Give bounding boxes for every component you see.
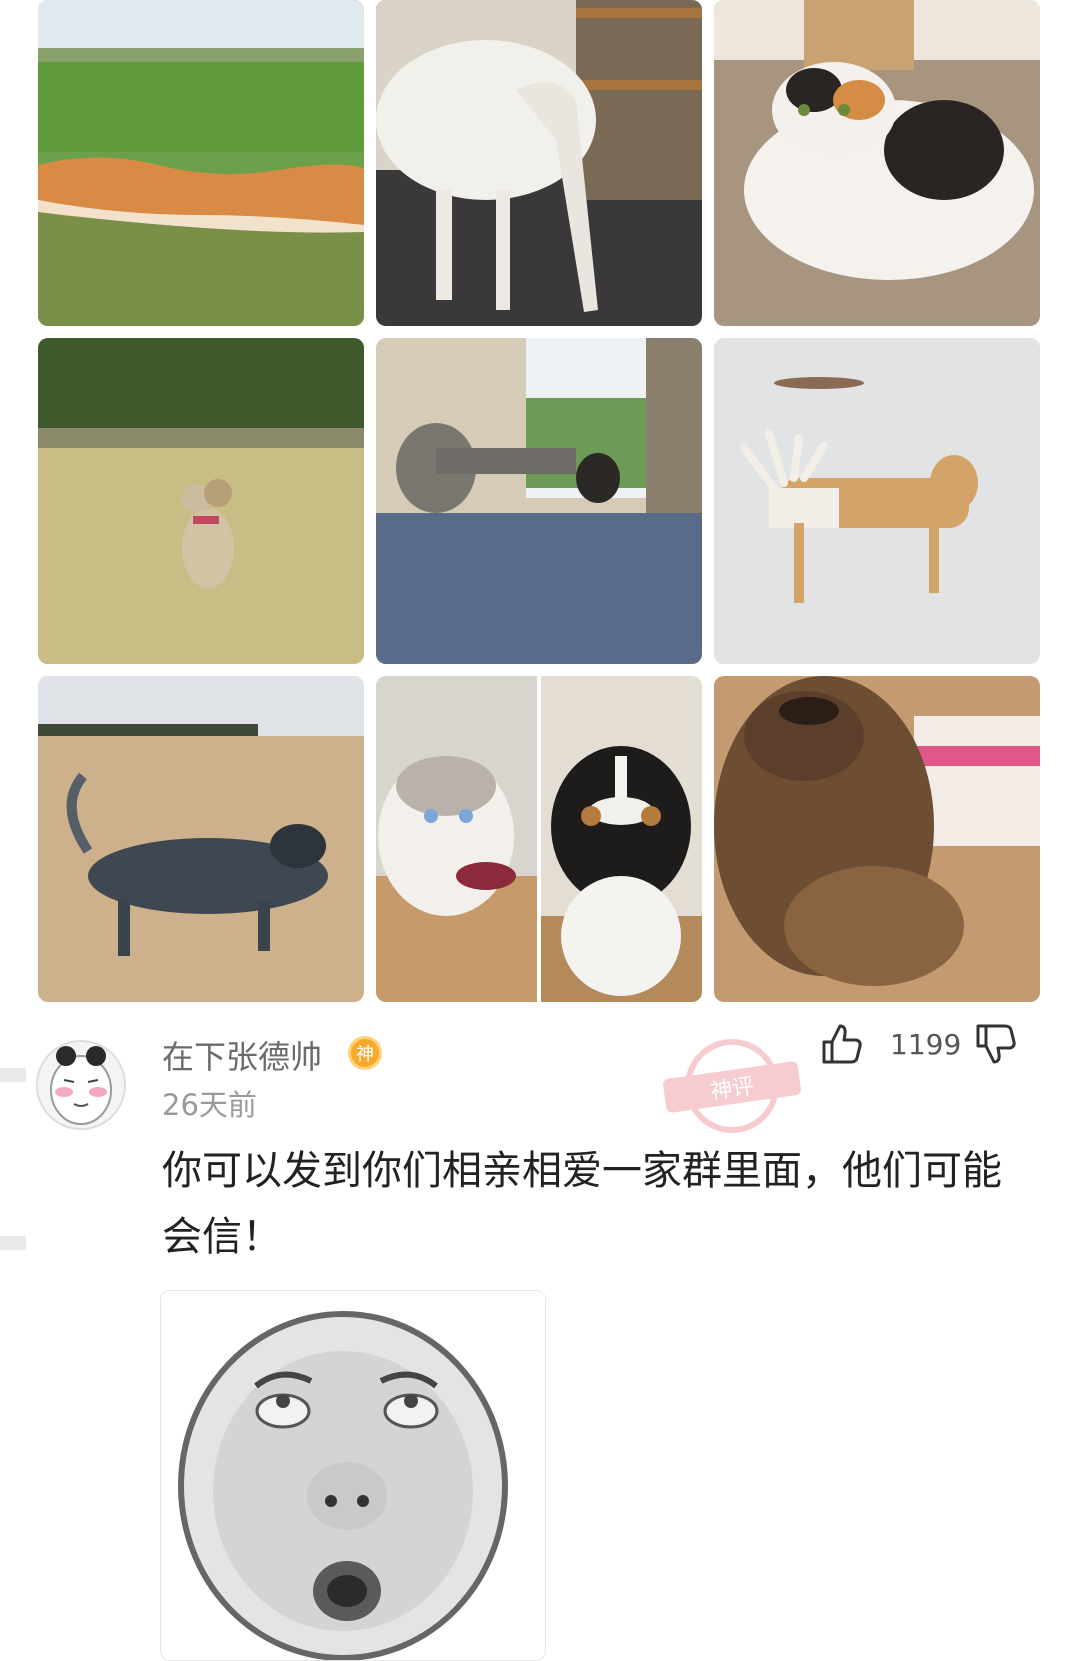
two-headed-dog-photo (38, 338, 364, 664)
split-photo (376, 676, 702, 1002)
thumbs-up-icon[interactable] (818, 1020, 866, 1068)
comment-text: 你可以发到你们相亲相爱一家群里面，他们可能会信！ (162, 1148, 1002, 1260)
edge-marker (0, 1236, 26, 1250)
antler-dog-photo (714, 338, 1040, 664)
calico-cat-photo (714, 0, 1040, 326)
thumbs-down-icon[interactable] (972, 1020, 1020, 1068)
husky-photo (376, 676, 537, 1002)
long-shiba-photo (38, 0, 364, 326)
grid-image-7[interactable] (38, 676, 364, 1002)
round-face-sticker (161, 1291, 545, 1660)
comment-card: 在下张德帅 神 26天前 神评 1199 你可以发到你们相亲相爱一家群里面，他们… (0, 1000, 1080, 1661)
image-grid (38, 0, 1040, 1002)
avatar[interactable] (36, 1040, 126, 1130)
borzoi-photo (376, 0, 702, 326)
grid-image-4[interactable] (38, 338, 364, 664)
edge-marker (0, 1068, 26, 1082)
comment-image[interactable] (160, 1290, 546, 1661)
grid-image-6[interactable] (714, 338, 1040, 664)
username[interactable]: 在下张德帅 (162, 1032, 322, 1078)
grid-image-2[interactable] (376, 0, 702, 326)
upside-down-terrier-photo (714, 676, 1040, 1002)
like-count: 1199 (890, 1028, 962, 1061)
grid-image-8[interactable] (376, 676, 702, 1002)
grid-image-9[interactable] (714, 676, 1040, 1002)
grid-image-5[interactable] (376, 338, 702, 664)
grid-image-1[interactable] (38, 0, 364, 326)
god-badge-icon: 神 (348, 1036, 382, 1070)
long-dog-photo (376, 338, 702, 664)
grid-image-3[interactable] (714, 0, 1040, 326)
timestamp: 26天前 (162, 1088, 257, 1122)
stamp-icon: 神评 (663, 1039, 801, 1133)
avatar-face-icon (38, 1042, 124, 1128)
bernese-photo (541, 676, 702, 1002)
beach-dog-photo (38, 676, 364, 1002)
